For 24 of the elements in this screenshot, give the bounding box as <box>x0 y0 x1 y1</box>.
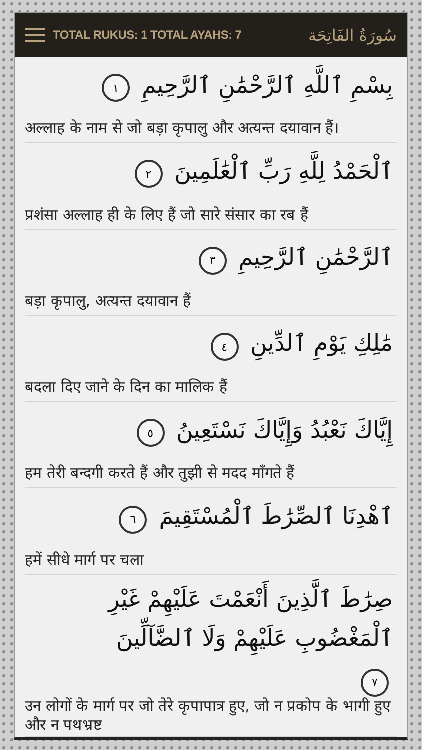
verse-number: ١ <box>102 74 130 102</box>
verse-number: ٥ <box>136 419 165 448</box>
translation-text: बड़ा कृपालु, अत्यन्त दयावान हैं <box>25 292 192 312</box>
verse-number: ٦ <box>119 506 148 534</box>
verse-number: ٧ <box>361 668 389 697</box>
surah-title: سُورَةُ الفَاتِحَة <box>308 26 397 44</box>
arabic-verse: إِيَّاكَ نَعْبُدُ وَإِيَّاكَ نَسْتَعِينُ <box>172 406 397 461</box>
menu-icon[interactable] <box>25 27 45 43</box>
verse-number: ٤ <box>210 333 239 361</box>
translation-text: उन लोगों के मार्ग पर जो तेरे कृपापात्र हुए, जो न प्रकोप के भागी हुए और न पथभ्रष्ट <box>25 696 392 736</box>
stats-label: TOTAL RUKUS: 1 TOTAL AYAHS: 7 <box>53 28 242 42</box>
arabic-verse: مَٰلِكِ يَوْمِ ٱلدِّينِ <box>246 319 397 375</box>
translation-text: बदला दिए जाने के दिन का मालिक हैं <box>25 378 229 398</box>
translation-text: अल्लाह के नाम से जो बड़ा कृपालु और अत्यन्त दयावान हैं। <box>25 119 341 139</box>
translation-text: हमें सीधे मार्ग पर चला <box>25 550 146 570</box>
translation-text: प्रशंसा अल्लाह ही के लिए हैं जो सारे संसार का रब हैं <box>25 206 310 226</box>
arabic-verse: بِسْمِ ٱللَّهِ ٱلرَّحْمَٰنِ ٱلرَّحِيمِ <box>138 60 397 116</box>
arabic-verse: ٱهْدِنَا ٱلصِّرَٰطَ ٱلْمُسْتَقِيمَ <box>155 492 397 548</box>
arabic-verse: ٱلرَّحْمَٰنِ ٱلرَّحِيمِ <box>234 233 397 288</box>
arabic-verse: ٱلْحَمْدُ لِلَّهِ رَبِّ ٱلْعَٰلَمِينَ <box>170 146 397 202</box>
verse-number: ٢ <box>134 160 163 188</box>
verse-number: ٣ <box>198 246 227 275</box>
translation-text: हम तेरी बन्दगी करते हैं और तुझी से मदद माँगते हैं <box>25 464 296 484</box>
arabic-verse: صِرَٰطَ ٱلَّذِينَ أَنْعَمْتَ عَلَيْهِمْ غَيْرِ ٱلْمَغْضُوبِ عَلَيْهِمْ وَلَا ٱلضَّآلِّينَ <box>49 574 397 669</box>
